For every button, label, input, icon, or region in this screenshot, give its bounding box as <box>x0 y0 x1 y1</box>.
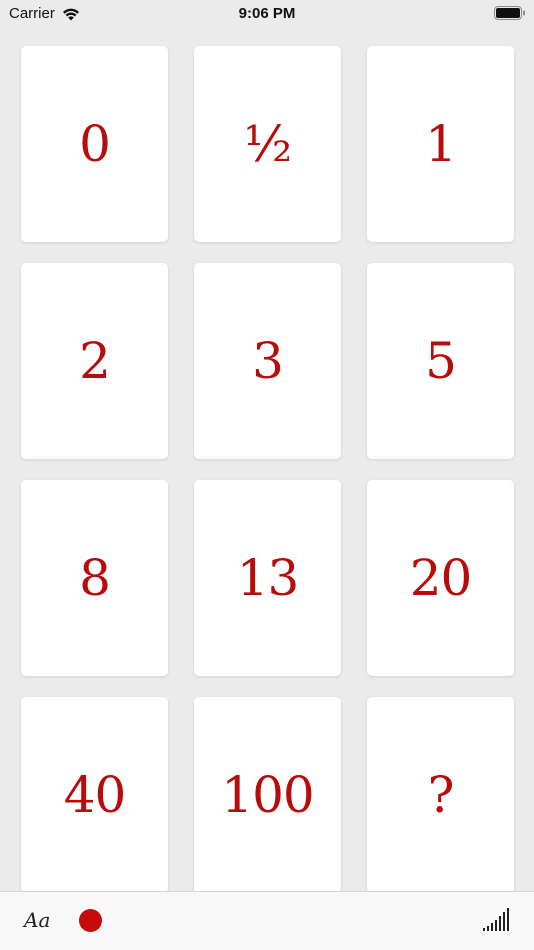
battery-icon <box>494 6 525 20</box>
card-value: 20 <box>409 549 473 607</box>
card-value: 8 <box>79 549 111 607</box>
card-value: ½ <box>243 115 292 173</box>
card-2[interactable]: 2 <box>21 263 168 459</box>
card-grid: 0 ½ 1 2 3 5 8 13 20 40 100 ? <box>21 46 514 893</box>
card-1[interactable]: 1 <box>367 46 514 242</box>
card-0[interactable]: 0 <box>21 46 168 242</box>
signal-bars-icon[interactable] <box>482 908 510 932</box>
card-value: 2 <box>79 332 111 390</box>
card-8[interactable]: 8 <box>21 480 168 676</box>
card-20[interactable]: 20 <box>367 480 514 676</box>
font-style-icon: Aa <box>24 908 51 932</box>
status-time: 9:06 PM <box>238 5 296 22</box>
card-value: 13 <box>236 549 300 607</box>
font-style-button[interactable]: Aa <box>24 908 50 932</box>
card-13[interactable]: 13 <box>194 480 341 676</box>
bottom-toolbar: Aa <box>0 891 534 950</box>
card-value: 40 <box>63 766 127 824</box>
status-bar: Carrier 9:06 PM <box>0 0 534 30</box>
card-question[interactable]: ? <box>367 697 514 893</box>
color-dot-icon[interactable] <box>79 909 102 932</box>
card-value: 3 <box>252 332 284 390</box>
card-value: 5 <box>425 332 457 390</box>
card-100[interactable]: 100 <box>194 697 341 893</box>
card-value: ? <box>427 766 455 824</box>
card-5[interactable]: 5 <box>367 263 514 459</box>
card-40[interactable]: 40 <box>21 697 168 893</box>
card-value: 100 <box>221 766 314 824</box>
card-half[interactable]: ½ <box>194 46 341 242</box>
card-3[interactable]: 3 <box>194 263 341 459</box>
card-value: 0 <box>79 115 111 173</box>
app-screen: Carrier 9:06 PM 0 ½ 1 2 3 5 8 13 20 40 1… <box>0 0 534 950</box>
card-value: 1 <box>425 115 457 173</box>
